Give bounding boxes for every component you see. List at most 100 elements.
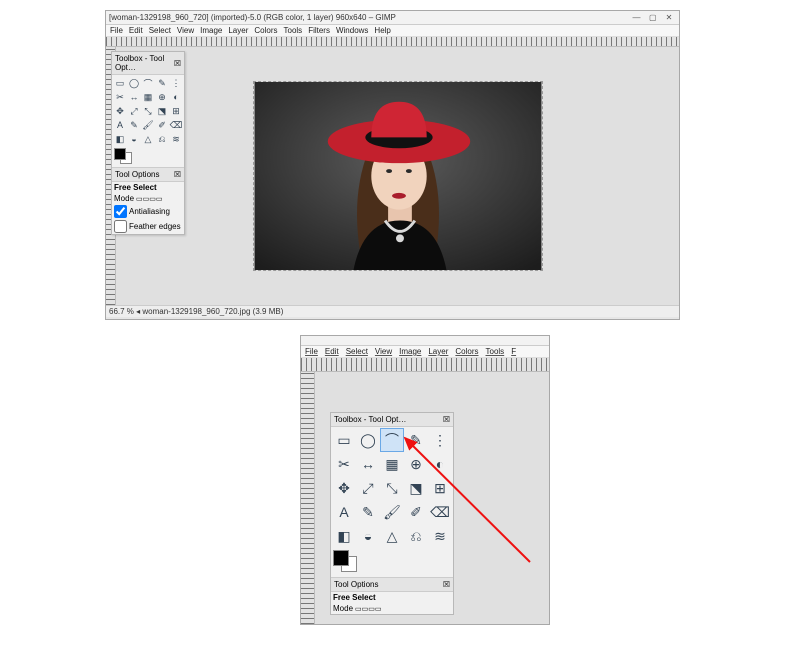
minimize-button[interactable]: —: [630, 13, 644, 22]
tool-19[interactable]: ⌫: [169, 118, 183, 132]
tool-3[interactable]: ✎: [155, 76, 169, 90]
tool-15[interactable]: A: [332, 500, 356, 524]
tool-5[interactable]: ✂: [113, 90, 127, 104]
tool-2[interactable]: ⌒: [380, 428, 404, 452]
color-swatches[interactable]: [331, 549, 453, 575]
tool-1[interactable]: ◯: [127, 76, 141, 90]
ruler-vertical: [301, 372, 315, 624]
status-text: 66.7 % ◂ woman-1329198_960_720.jpg (3.9 …: [109, 307, 283, 316]
menu-view[interactable]: View: [177, 26, 194, 35]
foreground-color[interactable]: [333, 550, 349, 566]
maximize-button[interactable]: ▢: [646, 13, 660, 22]
menu-image[interactable]: Image: [399, 347, 421, 356]
tool-9[interactable]: ◐: [428, 452, 452, 476]
canvas-area[interactable]: [116, 47, 679, 305]
menu-filters[interactable]: Filters: [308, 26, 330, 35]
tool-grid: ▭◯⌒✎⋮✂↔▦⊕◐✥⤢⤡⬔⊞A✎🖌✐⌫◧◒△⎌≋: [112, 75, 184, 147]
tool-11[interactable]: ⤢: [127, 104, 141, 118]
menu-edit[interactable]: Edit: [325, 347, 339, 356]
tool-grid: ▭◯⌒✎⋮✂↔▦⊕◐✥⤢⤡⬔⊞A✎🖌✐⌫◧◒△⎌≋: [331, 427, 453, 549]
menubar: File Edit Select View Image Layer Colors…: [106, 25, 679, 37]
menu-image[interactable]: Image: [200, 26, 222, 35]
tool-13[interactable]: ⬔: [404, 476, 428, 500]
tool-17[interactable]: 🖌: [380, 500, 404, 524]
tool-24[interactable]: ≋: [169, 132, 183, 146]
menu-file[interactable]: File: [305, 347, 318, 356]
menu-layer[interactable]: Layer: [428, 347, 448, 356]
tool-16[interactable]: ✎: [356, 500, 380, 524]
menu-layer[interactable]: Layer: [228, 26, 248, 35]
tool-18[interactable]: ✐: [155, 118, 169, 132]
menu-select[interactable]: Select: [149, 26, 171, 35]
color-swatches[interactable]: [112, 147, 184, 165]
titlebar-zoom[interactable]: [301, 336, 549, 346]
tool-7[interactable]: ▦: [380, 452, 404, 476]
menu-colors[interactable]: Colors: [455, 347, 478, 356]
image-canvas[interactable]: [253, 81, 543, 271]
tool-23[interactable]: ⎌: [155, 132, 169, 146]
tool-options-name: Free Select: [114, 183, 157, 192]
tool-8[interactable]: ⊕: [155, 90, 169, 104]
tool-17[interactable]: 🖌: [141, 118, 155, 132]
tool-10[interactable]: ✥: [113, 104, 127, 118]
tool-13[interactable]: ⬔: [155, 104, 169, 118]
tool-22[interactable]: △: [141, 132, 155, 146]
menu-colors[interactable]: Colors: [254, 26, 277, 35]
tool-6[interactable]: ↔: [356, 452, 380, 476]
feather-checkbox[interactable]: [114, 220, 127, 233]
tool-15[interactable]: A: [113, 118, 127, 132]
tool-options-close-icon[interactable]: ☒: [174, 170, 181, 179]
gimp-window: [woman-1329198_960_720] (imported)-5.0 (…: [105, 10, 680, 320]
tool-22[interactable]: △: [380, 524, 404, 548]
menu-tools[interactable]: Tools: [284, 26, 303, 35]
menu-view[interactable]: View: [375, 347, 392, 356]
titlebar[interactable]: [woman-1329198_960_720] (imported)-5.0 (…: [106, 11, 679, 25]
tool-24[interactable]: ≋: [428, 524, 452, 548]
tool-14[interactable]: ⊞: [428, 476, 452, 500]
tool-6[interactable]: ↔: [127, 90, 141, 104]
antialias-checkbox[interactable]: [114, 205, 127, 218]
tool-12[interactable]: ⤡: [380, 476, 404, 500]
tool-9[interactable]: ◐: [169, 90, 183, 104]
tool-options-title: Tool Options: [334, 580, 378, 589]
tool-4[interactable]: ⋮: [169, 76, 183, 90]
toolbox-close-icon[interactable]: ☒: [443, 415, 450, 424]
tool-14[interactable]: ⊞: [169, 104, 183, 118]
toolbox-panel[interactable]: Toolbox - Tool Opt… ☒ ▭◯⌒✎⋮✂↔▦⊕◐✥⤢⤡⬔⊞A✎🖌…: [111, 51, 185, 235]
tool-11[interactable]: ⤢: [356, 476, 380, 500]
foreground-color[interactable]: [114, 148, 126, 160]
tool-8[interactable]: ⊕: [404, 452, 428, 476]
tool-10[interactable]: ✥: [332, 476, 356, 500]
tool-4[interactable]: ⋮: [428, 428, 452, 452]
tool-23[interactable]: ⎌: [404, 524, 428, 548]
tool-20[interactable]: ◧: [113, 132, 127, 146]
menu-select[interactable]: Select: [346, 347, 368, 356]
tool-12[interactable]: ⤡: [141, 104, 155, 118]
close-button[interactable]: ✕: [662, 13, 676, 22]
tool-21[interactable]: ◒: [127, 132, 141, 146]
tool-2[interactable]: ⌒: [141, 76, 155, 90]
tool-5[interactable]: ✂: [332, 452, 356, 476]
tool-0[interactable]: ▭: [113, 76, 127, 90]
toolbox-close-icon[interactable]: ☒: [174, 59, 181, 68]
tool-0[interactable]: ▭: [332, 428, 356, 452]
menu-help[interactable]: Help: [374, 26, 390, 35]
menu-file[interactable]: File: [110, 26, 123, 35]
tool-7[interactable]: ▦: [141, 90, 155, 104]
tool-19[interactable]: ⌫: [428, 500, 452, 524]
menu-windows[interactable]: Windows: [336, 26, 368, 35]
tool-21[interactable]: ◒: [356, 524, 380, 548]
tool-options-name: Free Select: [333, 593, 376, 602]
menu-tools[interactable]: Tools: [486, 347, 505, 356]
menu-edit[interactable]: Edit: [129, 26, 143, 35]
tool-16[interactable]: ✎: [127, 118, 141, 132]
tool-18[interactable]: ✐: [404, 500, 428, 524]
status-bar: 66.7 % ◂ woman-1329198_960_720.jpg (3.9 …: [106, 305, 679, 317]
menu-f[interactable]: F: [511, 347, 516, 356]
tool-20[interactable]: ◧: [332, 524, 356, 548]
menubar-zoom: File Edit Select View Image Layer Colors…: [301, 346, 549, 358]
tool-1[interactable]: ◯: [356, 428, 380, 452]
toolbox-panel-zoom[interactable]: Toolbox - Tool Opt… ☒ ▭◯⌒✎⋮✂↔▦⊕◐✥⤢⤡⬔⊞A✎🖌…: [330, 412, 454, 615]
tool-3[interactable]: ✎: [404, 428, 428, 452]
tool-options-close-icon[interactable]: ☒: [443, 580, 450, 589]
